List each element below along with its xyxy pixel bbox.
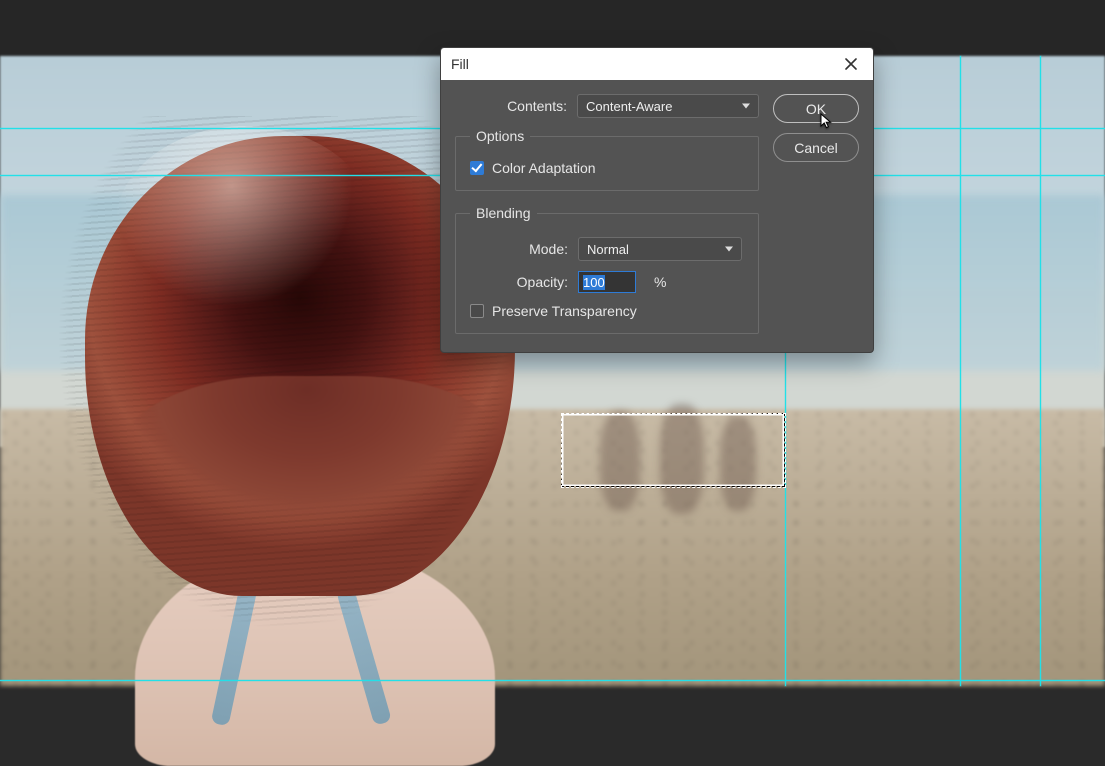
- contents-select-value: Content-Aware: [586, 99, 672, 114]
- checkbox-icon: [470, 161, 484, 175]
- fill-dialog: Fill Contents: Content-Aware Options Col…: [440, 47, 874, 353]
- guide-horizontal[interactable]: [0, 680, 1105, 681]
- contents-label: Contents:: [455, 98, 567, 114]
- close-icon[interactable]: [839, 52, 863, 76]
- color-adaptation-checkbox[interactable]: Color Adaptation: [470, 160, 744, 176]
- blending-legend: Blending: [470, 205, 537, 221]
- dialog-titlebar[interactable]: Fill: [441, 48, 873, 80]
- options-group: Options Color Adaptation: [455, 128, 759, 191]
- preserve-transparency-checkbox[interactable]: Preserve Transparency: [470, 303, 744, 319]
- color-adaptation-label: Color Adaptation: [492, 160, 596, 176]
- mode-select[interactable]: Normal: [578, 237, 742, 261]
- checkbox-icon: [470, 304, 484, 318]
- opacity-label: Opacity:: [470, 274, 568, 290]
- contents-select[interactable]: Content-Aware: [577, 94, 759, 118]
- mode-label: Mode:: [470, 241, 568, 257]
- selection-marquee[interactable]: [561, 413, 785, 487]
- blending-group: Blending Mode: Normal Opacity: % Preserv…: [455, 205, 759, 334]
- mode-select-value: Normal: [587, 242, 629, 257]
- options-legend: Options: [470, 128, 530, 144]
- preserve-transparency-label: Preserve Transparency: [492, 303, 637, 319]
- opacity-input[interactable]: [578, 271, 636, 293]
- ok-button[interactable]: OK: [773, 94, 859, 123]
- guide-vertical[interactable]: [1040, 56, 1041, 686]
- guide-vertical[interactable]: [960, 56, 961, 686]
- cancel-button[interactable]: Cancel: [773, 133, 859, 162]
- dialog-title: Fill: [451, 56, 469, 72]
- opacity-unit: %: [654, 274, 666, 290]
